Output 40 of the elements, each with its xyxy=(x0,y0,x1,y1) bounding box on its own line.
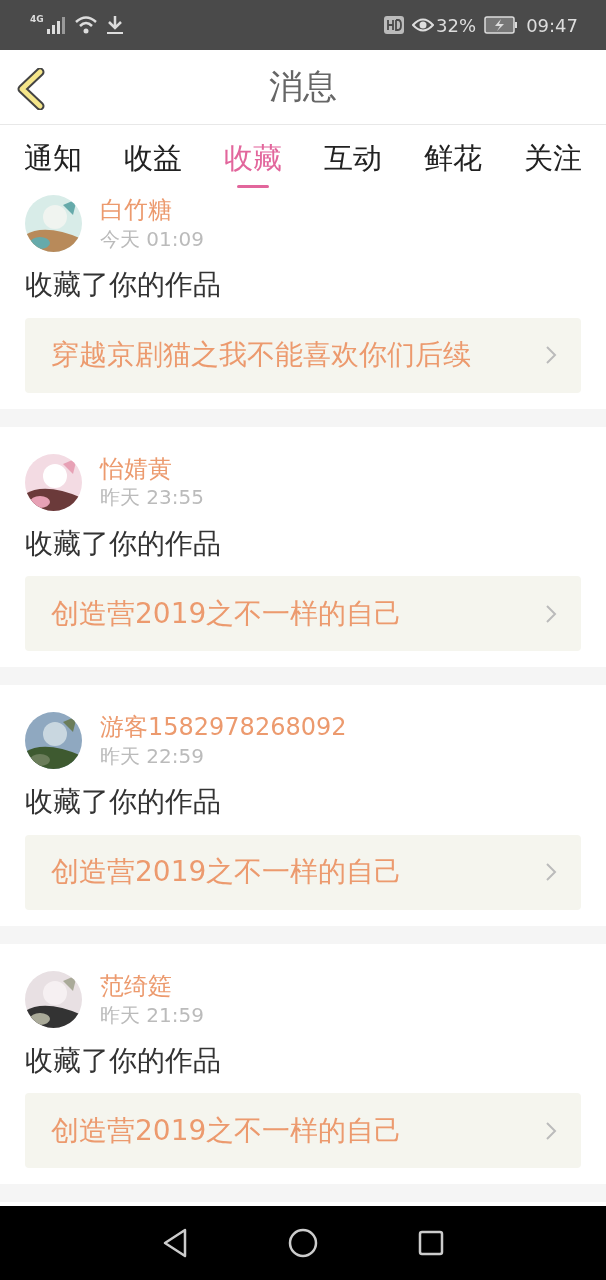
eye-icon xyxy=(412,17,435,33)
user-name[interactable]: 游客1582978268092 xyxy=(100,713,347,743)
tab[interactable]: 通知 xyxy=(24,125,82,188)
page-title: 消息 xyxy=(269,65,337,108)
chevron-right-icon xyxy=(545,345,557,366)
chevron-right-icon xyxy=(545,862,557,883)
chevron-right-icon xyxy=(545,1120,557,1141)
home-nav-icon[interactable] xyxy=(288,1228,318,1258)
tab[interactable]: 关注 xyxy=(524,125,582,188)
message-time: 昨天 23:55 xyxy=(100,485,204,510)
tab[interactable]: 互动 xyxy=(324,125,382,188)
work-link[interactable]: 穿越京剧猫之我不能喜欢你们后续 xyxy=(25,317,581,393)
user-name[interactable]: 白竹糖 xyxy=(100,196,204,225)
tab[interactable]: 鲜花 xyxy=(424,125,482,188)
message-text: 收藏了你的作品 xyxy=(25,1043,222,1078)
back-button[interactable] xyxy=(16,68,46,110)
tab[interactable]: 收益 xyxy=(124,125,182,188)
battery-charging-icon xyxy=(484,16,519,34)
message-text: 收藏了你的作品 xyxy=(25,785,222,819)
network-type: 4G xyxy=(30,14,44,24)
work-link[interactable]: 创造营2019之不一样的自己 xyxy=(25,1093,581,1169)
clock-time: 09:47 xyxy=(526,14,578,36)
message-time: 昨天 21:59 xyxy=(100,1002,204,1027)
message-time: 今天 01:09 xyxy=(100,226,204,251)
message-text: 收藏了你的作品 xyxy=(25,268,222,302)
message-time: 昨天 22:59 xyxy=(100,744,205,769)
work-link[interactable]: 创造营2019之不一样的自己 xyxy=(25,576,581,652)
battery-percent: 32% xyxy=(436,14,477,36)
message-text: 收藏了你的作品 xyxy=(25,526,222,561)
signal-icon xyxy=(45,16,66,34)
wifi-icon xyxy=(73,15,98,35)
recents-nav-icon[interactable] xyxy=(418,1230,444,1256)
download-icon xyxy=(105,15,124,35)
back-nav-icon[interactable] xyxy=(162,1228,188,1258)
hd-icon xyxy=(384,16,405,34)
tab[interactable]: 收藏 xyxy=(224,125,282,188)
work-link[interactable]: 创造营2019之不一样的自己 xyxy=(25,834,581,910)
chevron-right-icon xyxy=(545,603,557,624)
user-name[interactable]: 范绮筵 xyxy=(100,971,204,1001)
user-name[interactable]: 怡婧黄 xyxy=(100,454,204,484)
